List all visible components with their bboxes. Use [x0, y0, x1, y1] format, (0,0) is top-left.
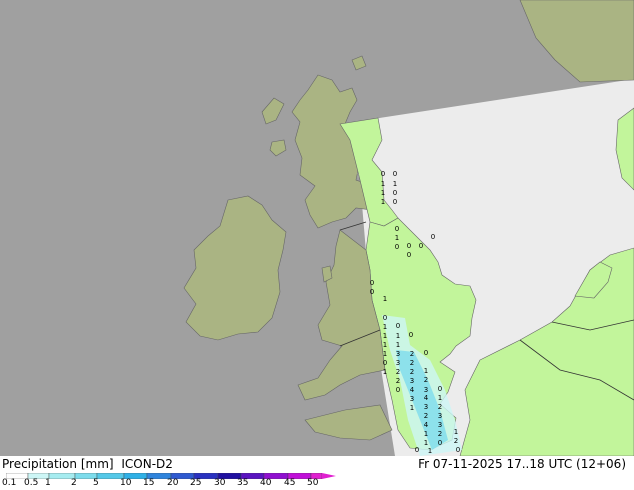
precip-value-label: 0 — [456, 446, 460, 454]
precip-value-label: 1 — [454, 428, 458, 436]
precip-value-label: 3 — [396, 350, 400, 358]
legend-tick-label: 35 — [237, 478, 249, 488]
precip-value-label: 1 — [396, 341, 400, 349]
map-root: 0011101001000000010101101113200322211232… — [0, 0, 634, 490]
precip-value-label: 1 — [383, 332, 387, 340]
legend-tick-label: 40 — [260, 478, 272, 488]
precip-value-label: 1 — [381, 189, 385, 197]
legend-tick-label: 15 — [143, 478, 155, 488]
precip-value-label: 3 — [438, 412, 442, 420]
precip-value-label: 0 — [370, 288, 374, 296]
legend-tick-label: 0.1 — [2, 478, 17, 488]
precip-value-label: 0 — [407, 242, 411, 250]
precip-value-label: 3 — [410, 395, 414, 403]
precip-value-label: 2 — [410, 350, 414, 358]
precip-value-label: 1 — [381, 180, 385, 188]
legend-tick-label: 5 — [93, 478, 99, 488]
precip-value-label: 0 — [438, 385, 442, 393]
precip-value-label: 1 — [428, 447, 432, 455]
precip-value-label: 1 — [395, 234, 399, 242]
legend-tick-label: 2 — [71, 478, 77, 488]
legend-ticks: 0.1 0.5 1 2 5 10 15 20 25 30 35 40 45 50 — [0, 478, 634, 490]
precip-value-label: 1 — [383, 341, 387, 349]
precipitation-map[interactable]: 0 01 11 01 0010 000000101 01 1 01 11 3 2 00 3 22 2 112 3 2… — [0, 0, 634, 456]
legend-tick-label: 25 — [190, 478, 202, 488]
precip-value-label: 4 — [424, 394, 429, 402]
precip-value-label: 2 — [396, 368, 400, 376]
precip-value-label: 0 — [396, 322, 400, 330]
precip-value-label: 1 — [381, 198, 385, 206]
precip-value-label: 0 — [395, 243, 399, 251]
precip-value-label: 0 — [393, 198, 397, 206]
legend-tick-label: 10 — [120, 478, 132, 488]
precip-value-label: 2 — [438, 403, 442, 411]
precip-value-label: 2 — [438, 430, 442, 438]
precip-value-label: 3 — [424, 403, 428, 411]
precip-value-label: 1 — [383, 323, 387, 331]
precip-value-label: 0 — [438, 439, 442, 447]
legend-datetime: Fr 07-11-2025 17..18 UTC (12+06) — [418, 457, 626, 471]
legend-model: ICON-D2 — [121, 457, 173, 471]
precip-value-label: 0 — [393, 189, 397, 197]
legend-tick-label: 30 — [214, 478, 226, 488]
precip-value-label: 1 — [396, 332, 400, 340]
precip-value-label: 1 — [393, 180, 397, 188]
precip-value-label: 0 — [383, 359, 387, 367]
precip-value-label: 0 — [383, 314, 387, 322]
legend-bar: Precipitation [mm] ICON-D2 Fr 07-11-2025… — [0, 456, 634, 490]
precip-value-label: 2 — [410, 359, 414, 367]
precip-value-label: 4 — [410, 386, 415, 394]
precip-value-label: 4 — [424, 421, 429, 429]
precip-value-label: 3 — [410, 377, 414, 385]
precip-value-label: 1 — [438, 394, 442, 402]
precip-value-label: 3 — [438, 421, 442, 429]
precip-value-label: 1 — [383, 350, 387, 358]
precip-value-label: 0 — [409, 331, 413, 339]
precip-value-label: 2 — [396, 377, 400, 385]
precip-value-label: 2 — [424, 412, 428, 420]
precip-value-label: 1 — [424, 430, 428, 438]
legend-tick-label: 50 — [307, 478, 319, 488]
precip-value-label: 1 — [383, 368, 387, 376]
legend-tick-label: 45 — [284, 478, 296, 488]
precip-value-label: 0 — [431, 233, 435, 241]
precip-value-label: 0 — [396, 386, 400, 394]
precip-value-label: 1 — [424, 439, 428, 447]
precip-value-label: 2 — [454, 437, 458, 445]
legend-tick-label: 1 — [45, 478, 51, 488]
precip-value-label: 0 — [419, 242, 423, 250]
precip-value-label: 0 — [395, 225, 399, 233]
precip-value-label: 3 — [424, 386, 428, 394]
legend-tick-label: 0.5 — [24, 478, 39, 488]
precip-value-label: 1 — [383, 295, 387, 303]
precip-value-label: 0 — [407, 251, 411, 259]
precip-value-label: 0 — [381, 170, 385, 178]
precip-value-label: 0 — [424, 349, 428, 357]
legend-tick-label: 20 — [167, 478, 179, 488]
legend-title: Precipitation [mm] ICON-D2 — [2, 457, 177, 471]
precip-value-label: 2 — [424, 376, 428, 384]
precip-value-label: 2 — [410, 368, 414, 376]
precip-value-label: 3 — [396, 359, 400, 367]
precip-value-label: 0 — [370, 279, 374, 287]
precip-value-label: 1 — [424, 367, 428, 375]
legend-variable: Precipitation [mm] — [2, 457, 114, 471]
precip-value-label: 0 — [393, 170, 397, 178]
precip-value-label: 1 — [410, 404, 414, 412]
precip-value-label: 0 — [415, 446, 419, 454]
